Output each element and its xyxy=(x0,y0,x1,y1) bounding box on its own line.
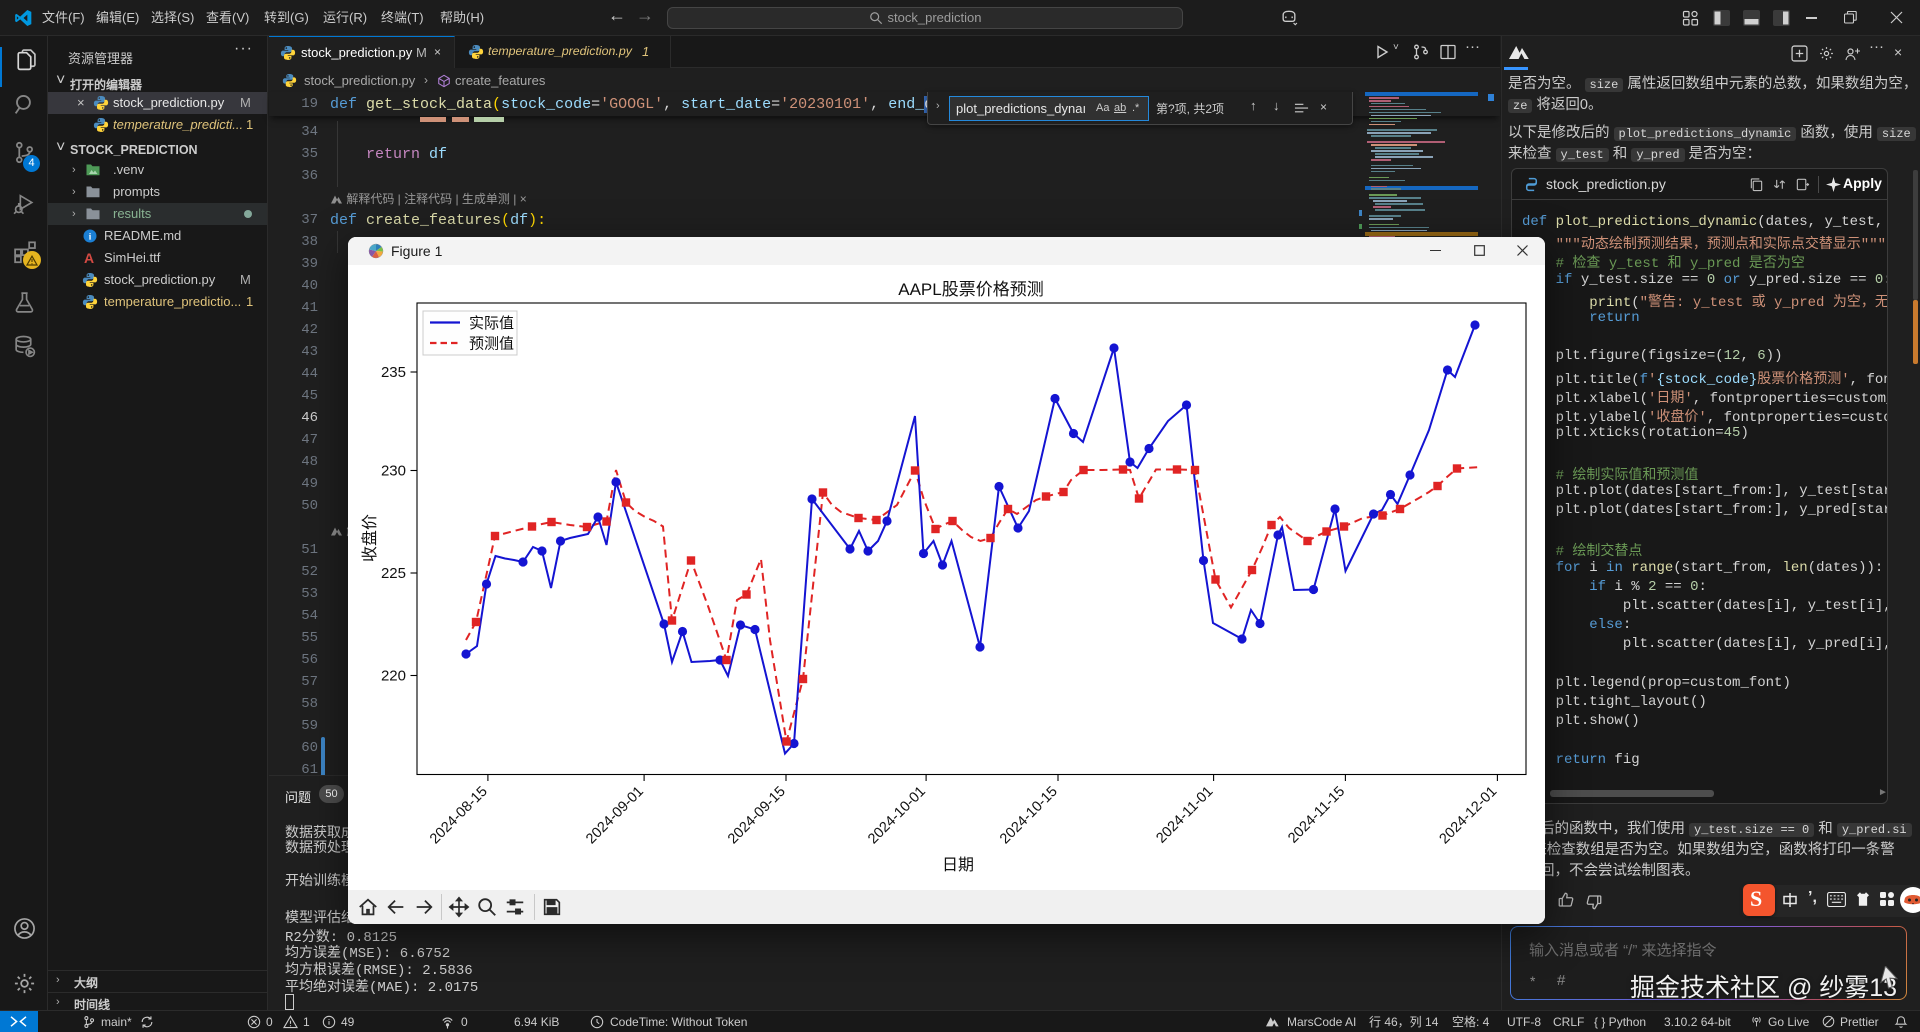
svg-text:预测值: 预测值 xyxy=(469,336,514,353)
svg-text:230: 230 xyxy=(381,463,406,480)
svg-text:225: 225 xyxy=(381,565,406,582)
svg-text:AAPL股票价格预测: AAPL股票价格预测 xyxy=(898,280,1043,299)
svg-text:2024-09-15: 2024-09-15 xyxy=(725,784,789,848)
svg-text:2024-11-15: 2024-11-15 xyxy=(1285,784,1348,847)
svg-text:实际值: 实际值 xyxy=(469,315,514,332)
svg-text:220: 220 xyxy=(381,668,406,685)
svg-text:2024-12-01: 2024-12-01 xyxy=(1436,784,1500,848)
svg-text:日期: 日期 xyxy=(942,856,974,874)
svg-text:2024-11-01: 2024-11-01 xyxy=(1153,784,1216,847)
svg-text:2024-09-01: 2024-09-01 xyxy=(583,784,647,848)
svg-text:2024-10-15: 2024-10-15 xyxy=(997,784,1061,848)
svg-text:2024-10-01: 2024-10-01 xyxy=(865,784,929,848)
svg-text:235: 235 xyxy=(381,364,406,381)
svg-text:收盘价: 收盘价 xyxy=(360,514,379,562)
svg-text:2024-08-15: 2024-08-15 xyxy=(427,784,491,848)
